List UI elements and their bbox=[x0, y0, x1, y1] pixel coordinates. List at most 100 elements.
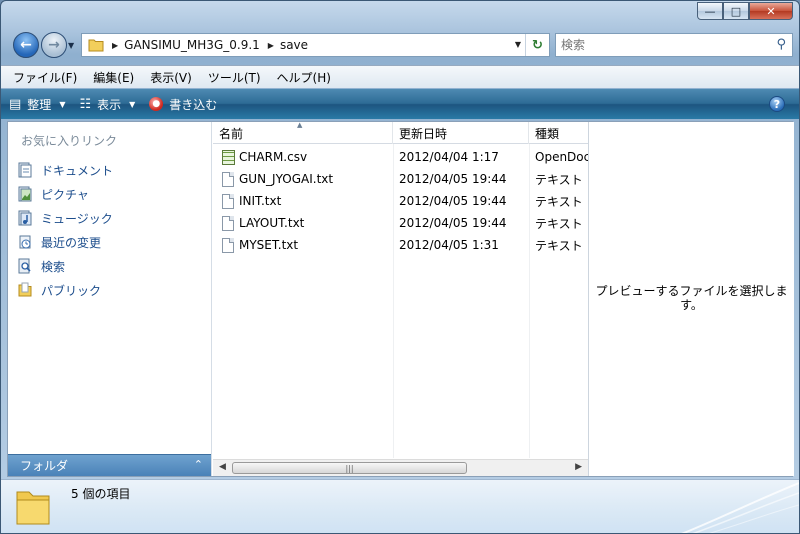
menu-help[interactable]: ヘルプ(H) bbox=[277, 69, 331, 86]
nav-item-label: ドキュメント bbox=[41, 163, 114, 178]
file-row[interactable]: MYSET.txt 2012/04/05 1:31 テキスト bbox=[213, 234, 588, 256]
file-name: CHARM.csv bbox=[239, 150, 308, 164]
menu-bar: ファイル(F) 編集(E) 表示(V) ツール(T) ヘルプ(H) bbox=[1, 65, 799, 88]
file-type: テキスト bbox=[535, 216, 583, 231]
chevron-up-icon: ⌃ bbox=[193, 458, 203, 471]
file-name-cell[interactable]: INIT.txt bbox=[213, 193, 393, 209]
item-count: 5 個の項目 bbox=[71, 487, 131, 501]
menu-view[interactable]: 表示(V) bbox=[150, 69, 192, 86]
content-area: お気に入りリンク ドキュメント ピクチャ ミュージック 最近の変更 検索 パブリ… bbox=[7, 121, 794, 477]
burn-button[interactable]: ● 書き込む bbox=[149, 96, 217, 113]
minimize-button[interactable]: — bbox=[697, 2, 723, 20]
file-date: 2012/04/04 1:17 bbox=[399, 150, 499, 164]
forward-arrow-icon: → bbox=[48, 37, 60, 53]
burn-disc-icon: ● bbox=[149, 97, 164, 111]
music-icon bbox=[17, 210, 33, 226]
file-type: テキスト bbox=[535, 194, 583, 209]
scroll-right-icon[interactable]: ▶ bbox=[575, 462, 582, 472]
search-box[interactable]: ⚲ bbox=[555, 33, 793, 57]
views-icon: ☷ bbox=[79, 96, 92, 112]
search-icon[interactable]: ⚲ bbox=[776, 37, 786, 52]
address-bar[interactable]: ▶ GANSIMU_MH3G_0.9.1 ▶ save ▼ ↻ bbox=[81, 33, 550, 57]
help-icon[interactable]: ? bbox=[769, 96, 785, 112]
column-header-type[interactable]: 種類 bbox=[529, 122, 588, 144]
file-date: 2012/04/05 19:44 bbox=[399, 216, 507, 230]
views-button[interactable]: ☷ 表示 ▼ bbox=[79, 96, 135, 113]
menu-edit[interactable]: 編集(E) bbox=[93, 69, 134, 86]
file-type: テキスト bbox=[535, 172, 583, 187]
column-header-date[interactable]: 更新日時 bbox=[393, 122, 529, 144]
text-file-icon bbox=[222, 193, 234, 209]
burn-label: 書き込む bbox=[169, 97, 218, 112]
folders-toggle[interactable]: フォルダ ⌃ bbox=[8, 454, 211, 476]
folder-icon bbox=[16, 491, 50, 525]
file-row[interactable]: GUN_JYOGAI.txt 2012/04/05 19:44 テキスト bbox=[213, 168, 588, 190]
text-file-icon bbox=[222, 215, 234, 231]
column-header-name[interactable]: ▲ 名前 bbox=[213, 121, 393, 144]
file-name: INIT.txt bbox=[239, 194, 282, 208]
file-date: 2012/04/05 19:44 bbox=[399, 172, 507, 186]
back-button[interactable]: ← bbox=[13, 32, 39, 58]
file-name: MYSET.txt bbox=[239, 238, 299, 252]
close-button[interactable]: ✕ bbox=[749, 2, 793, 20]
horizontal-scrollbar[interactable]: ◀ ||| ▶ bbox=[213, 459, 588, 476]
breadcrumb-separator-icon[interactable]: ▶ bbox=[112, 41, 118, 50]
nav-item-label: 検索 bbox=[41, 259, 66, 274]
refresh-icon: ↻ bbox=[532, 37, 543, 53]
nav-item-music[interactable]: ミュージック bbox=[17, 206, 113, 230]
favorite-links-title: お気に入りリンク bbox=[21, 134, 118, 148]
nav-item-label: ミュージック bbox=[41, 211, 113, 226]
address-dropdown-icon[interactable]: ▼ bbox=[515, 40, 521, 49]
nav-item-recent-changes[interactable]: 最近の変更 bbox=[17, 230, 113, 254]
csv-file-icon bbox=[222, 149, 235, 165]
documents-icon bbox=[17, 162, 33, 178]
breadcrumb-gansimu[interactable]: GANSIMU_MH3G_0.9.1 bbox=[124, 38, 260, 52]
file-date: 2012/04/05 19:44 bbox=[399, 194, 507, 208]
organize-button[interactable]: ▤ 整理 ▼ bbox=[9, 96, 65, 113]
column-headers: ▲ 名前 更新日時 種類 bbox=[213, 121, 588, 144]
sort-ascending-icon: ▲ bbox=[297, 121, 303, 129]
breadcrumb-separator-icon[interactable]: ▶ bbox=[268, 41, 274, 50]
menu-tools[interactable]: ツール(T) bbox=[208, 69, 261, 86]
organize-label: 整理 bbox=[27, 97, 52, 112]
search-input[interactable] bbox=[561, 38, 761, 52]
recent-changes-icon bbox=[17, 234, 33, 250]
nav-item-public[interactable]: パブリック bbox=[17, 278, 113, 302]
nav-item-label: パブリック bbox=[41, 283, 102, 298]
details-pane: 5 個の項目 bbox=[1, 479, 799, 533]
maximize-button[interactable]: □ bbox=[723, 2, 749, 20]
file-name-cell[interactable]: LAYOUT.txt bbox=[213, 215, 393, 231]
search-folder-icon bbox=[17, 258, 33, 274]
chevron-down-icon: ▼ bbox=[59, 99, 66, 109]
recent-pages-dropdown[interactable]: ▼ bbox=[68, 41, 74, 50]
pictures-icon bbox=[17, 186, 33, 202]
scrollbar-thumb[interactable]: ||| bbox=[232, 462, 467, 474]
nav-item-search[interactable]: 検索 bbox=[17, 254, 113, 278]
forward-button[interactable]: → bbox=[41, 32, 67, 58]
nav-item-documents[interactable]: ドキュメント bbox=[17, 158, 113, 182]
file-row[interactable]: INIT.txt 2012/04/05 19:44 テキスト bbox=[213, 190, 588, 212]
file-name-cell[interactable]: MYSET.txt bbox=[213, 237, 393, 253]
file-name-cell[interactable]: GUN_JYOGAI.txt bbox=[213, 171, 393, 187]
views-label: 表示 bbox=[97, 97, 122, 112]
organize-icon: ▤ bbox=[9, 96, 22, 112]
favorite-links-list: ドキュメント ピクチャ ミュージック 最近の変更 検索 パブリック bbox=[17, 158, 113, 302]
explorer-window: — □ ✕ ← → ▼ ▶ GANSIMU_MH3G_0.9.1 ▶ save … bbox=[0, 0, 800, 534]
file-row[interactable]: LAYOUT.txt 2012/04/05 19:44 テキスト bbox=[213, 212, 588, 234]
window-controls: — □ ✕ bbox=[697, 2, 793, 20]
column-name-label: 名前 bbox=[219, 126, 244, 141]
text-file-icon bbox=[222, 171, 234, 187]
file-rows: CHARM.csv 2012/04/04 1:17 OpenDocu GUN_J… bbox=[213, 146, 588, 256]
file-type: テキスト bbox=[535, 238, 583, 253]
menu-file[interactable]: ファイル(F) bbox=[13, 69, 77, 86]
public-folder-icon bbox=[17, 282, 33, 298]
command-toolbar: ▤ 整理 ▼ ☷ 表示 ▼ ● 書き込む ? bbox=[1, 89, 799, 119]
file-name-cell[interactable]: CHARM.csv bbox=[213, 149, 393, 165]
scroll-left-icon[interactable]: ◀ bbox=[219, 462, 226, 472]
nav-item-pictures[interactable]: ピクチャ bbox=[17, 182, 113, 206]
refresh-button[interactable]: ↻ bbox=[525, 34, 549, 56]
breadcrumb-save[interactable]: save bbox=[280, 38, 308, 52]
column-date-label: 更新日時 bbox=[399, 126, 448, 141]
preview-message: プレビューするファイルを選択します。 bbox=[595, 284, 788, 312]
file-row[interactable]: CHARM.csv 2012/04/04 1:17 OpenDocu bbox=[213, 146, 588, 168]
